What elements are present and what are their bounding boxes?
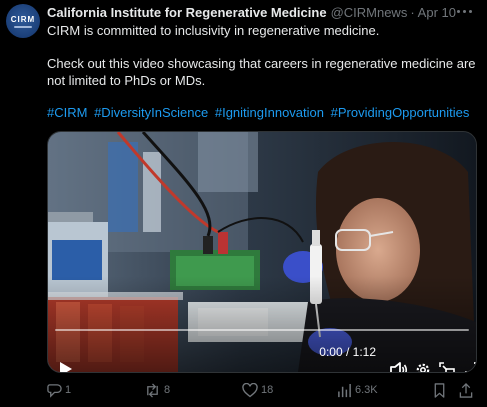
like-button[interactable]: 18 (242, 381, 273, 399)
avatar-logo-text: CIRM (10, 14, 36, 24)
hashtag-link[interactable]: #DiversityInScience (94, 105, 208, 120)
more-dot (468, 9, 472, 13)
hashtag-link[interactable]: #IgnitingInnovation (215, 105, 324, 120)
video-timecode: 0:00 / 1:12 (319, 345, 376, 359)
time-separator: / (342, 345, 353, 359)
repost-count: 8 (164, 384, 171, 396)
avatar-logo-bar (14, 25, 32, 28)
more-button[interactable] (455, 4, 473, 18)
reply-count: 1 (65, 384, 72, 396)
share-icon (459, 382, 473, 398)
hashtag-link[interactable]: #CIRM (47, 105, 87, 120)
bookmark-button[interactable] (433, 381, 446, 399)
post-text-line: Check out this video showcasing that car… (47, 56, 476, 71)
video-controls: 0:00 / 1:12 (48, 332, 476, 372)
author-handle[interactable]: @CIRMnews (331, 5, 408, 20)
views-button[interactable]: 6.3K (337, 381, 378, 399)
views-chart-icon (338, 383, 351, 397)
volume-icon (390, 362, 408, 372)
play-icon (60, 362, 72, 372)
duration: 1:12 (352, 345, 376, 359)
action-bar: 1 8 18 6.3K (47, 381, 475, 399)
more-dots-icon (456, 9, 460, 13)
hashtag-link[interactable]: #ProvidingOpportunities (331, 105, 470, 120)
repost-button[interactable]: 8 (144, 381, 170, 399)
tweet: CIRM California Institute for Regenerati… (0, 0, 487, 407)
post-text-line: CIRM is committed to inclusivity in rege… (47, 23, 380, 38)
post-text-line: not limited to PhDs or MDs. (47, 73, 206, 88)
heart-icon (242, 382, 258, 397)
share-button[interactable] (459, 381, 473, 399)
view-count: 6.3K (355, 384, 378, 396)
tweet-header: California Institute for Regenerative Me… (47, 3, 456, 21)
like-count: 18 (261, 384, 274, 396)
picture-in-picture-icon (439, 362, 455, 372)
fullscreen-icon (465, 362, 476, 372)
gear-icon (416, 363, 430, 372)
hashtags: #CIRM #DiversityInScience #IgnitingInnov… (47, 104, 472, 121)
reply-icon (47, 383, 62, 398)
header-separator: · (410, 4, 415, 20)
repost-icon (147, 382, 158, 398)
post-time[interactable]: Apr 10 (418, 5, 456, 20)
bookmark-icon (434, 382, 445, 398)
avatar[interactable]: CIRM (6, 4, 40, 38)
video-player[interactable]: 0:00 / 1:12 (47, 131, 477, 373)
video-progress-bar[interactable] (55, 329, 469, 331)
author-name[interactable]: California Institute for Regenerative Me… (47, 5, 327, 20)
current-time: 0:00 (319, 345, 343, 359)
reply-button[interactable]: 1 (47, 381, 71, 399)
more-dot (462, 9, 466, 13)
